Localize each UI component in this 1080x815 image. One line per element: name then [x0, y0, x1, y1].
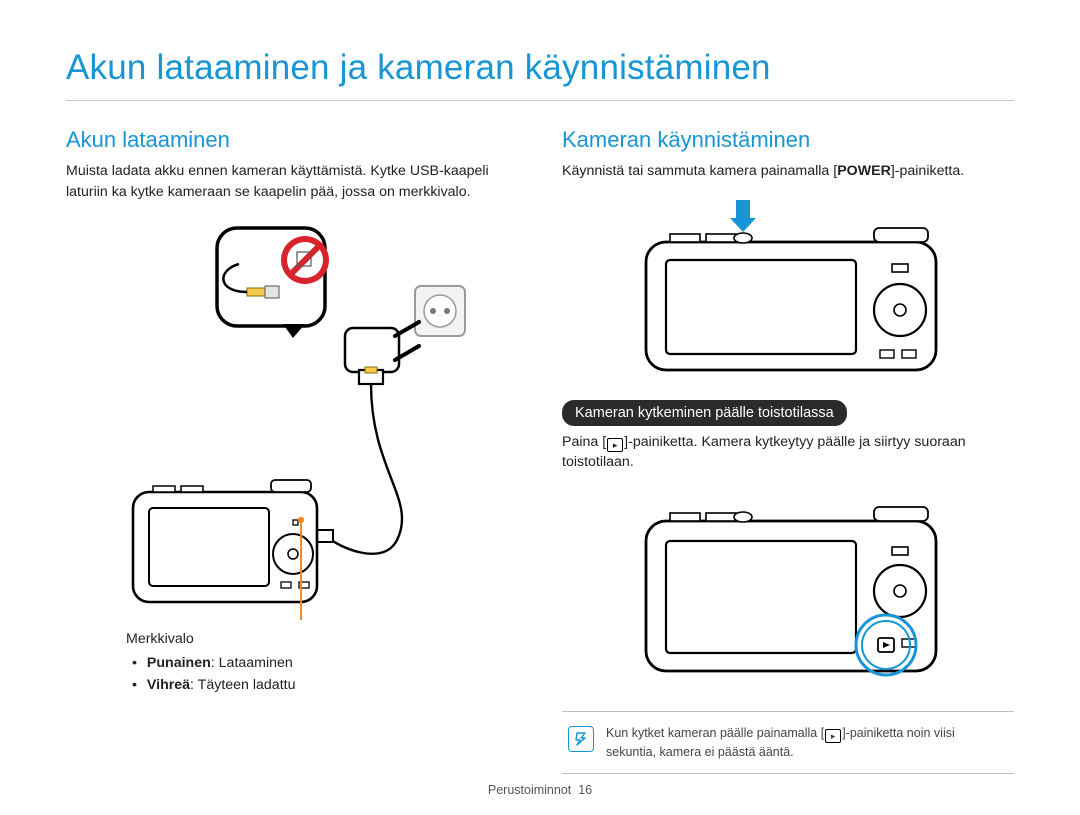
content-columns: Akun lataaminen Muista ladata akku ennen…: [66, 127, 1014, 774]
power-intro: Käynnistä tai sammuta kamera painamalla …: [562, 161, 1014, 182]
left-column: Akun lataaminen Muista ladata akku ennen…: [66, 127, 518, 774]
note-text-prefix: Kun kytket kameran päälle painamalla [: [606, 726, 824, 740]
power-heading: Kameran käynnistäminen: [562, 127, 1014, 153]
footer-page-number: 16: [578, 783, 592, 797]
playback-illustration: [562, 491, 1014, 691]
power-arrow-icon: [730, 200, 756, 232]
playback-button-icon: [607, 438, 623, 452]
power-illustration: [562, 200, 1014, 380]
led-green-row: Vihreä: Täyteen ladattu: [132, 674, 518, 696]
power-camera-svg: [588, 200, 988, 380]
power-intro-prefix: Käynnistä tai sammuta kamera painamalla …: [562, 163, 837, 179]
led-green-label: Vihreä: [147, 677, 190, 693]
page-title: Akun lataaminen ja kameran käynnistämine…: [66, 48, 1014, 101]
manual-page: Akun lataaminen ja kameran käynnistämine…: [0, 0, 1080, 815]
charging-diagram-svg: [97, 220, 487, 620]
power-intro-suffix: ]-painiketta.: [891, 163, 964, 179]
led-red-desc: : Lataaminen: [211, 655, 293, 671]
led-green-desc: : Täyteen ladattu: [190, 677, 295, 693]
note-text: Kun kytket kameran päälle painamalla []-…: [606, 724, 1008, 762]
playback-intro: Paina []-painiketta. Kamera kytkeytyy pä…: [562, 432, 1014, 473]
led-legend: Merkkivalo Punainen: Lataaminen Vihreä: …: [66, 628, 518, 696]
led-red-row: Punainen: Lataaminen: [132, 652, 518, 674]
power-button-label: POWER: [837, 163, 891, 179]
footer-section: Perustoiminnot: [488, 783, 571, 797]
right-column: Kameran käynnistäminen Käynnistä tai sam…: [562, 127, 1014, 774]
playback-intro-prefix: Paina [: [562, 434, 606, 450]
playback-camera-svg: [588, 491, 988, 691]
page-footer: Perustoiminnot 16: [0, 783, 1080, 797]
led-legend-title: Merkkivalo: [126, 628, 518, 650]
note-info-icon: [568, 726, 594, 752]
charging-intro: Muista ladata akku ennen kameran käyttäm…: [66, 161, 518, 202]
note-box: Kun kytket kameran päälle painamalla []-…: [562, 711, 1014, 775]
led-red-label: Punainen: [147, 655, 211, 671]
playback-subheader: Kameran kytkeminen päälle toistotilassa: [562, 400, 847, 426]
charging-illustration: [66, 220, 518, 620]
charging-heading: Akun lataaminen: [66, 127, 518, 153]
playback-button-icon: [825, 729, 841, 743]
